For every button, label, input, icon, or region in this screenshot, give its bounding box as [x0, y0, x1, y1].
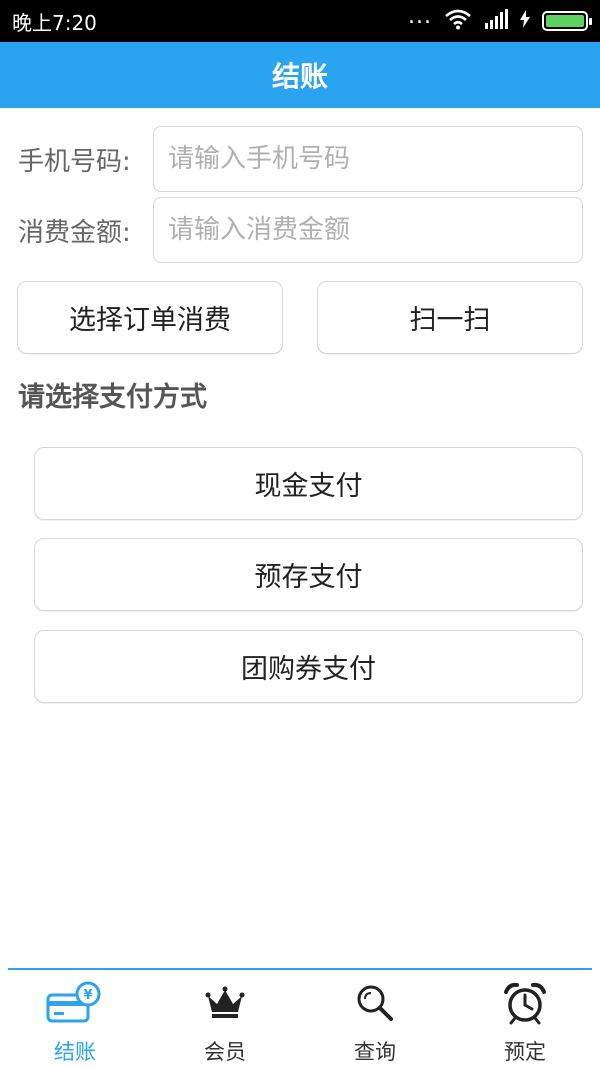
phone-input[interactable] [153, 126, 583, 192]
phone-label: 手机号码: [18, 146, 131, 177]
bottom-nav: ¥ 结账 会员 查询 预定 [0, 970, 600, 1067]
payment-method-title: 请选择支付方式 [18, 381, 207, 413]
tab-member[interactable]: 会员 [150, 970, 300, 1067]
select-order-button[interactable]: 选择订单消费 [17, 281, 283, 354]
tab-checkout-label: 结账 [54, 1040, 96, 1064]
app-header: 结账 [0, 42, 600, 108]
battery-fill [546, 15, 584, 27]
voucher-payment-button[interactable]: 团购券支付 [34, 630, 583, 703]
alarm-clock-icon [503, 980, 547, 1026]
page-title: 结账 [271, 60, 328, 93]
cash-payment-button[interactable]: 现金支付 [34, 447, 583, 520]
status-icons: ... [408, 4, 592, 34]
card-yen-icon: ¥ [46, 980, 104, 1026]
tab-query[interactable]: 查询 [300, 970, 450, 1067]
amount-label: 消费金额: [18, 217, 131, 248]
battery-icon [542, 11, 592, 31]
status-time: 晚上7:20 [12, 10, 97, 35]
scan-button[interactable]: 扫一扫 [317, 281, 583, 354]
signal-icon [484, 9, 508, 33]
amount-row: 消费金额: [0, 197, 600, 263]
svg-text:¥: ¥ [83, 988, 92, 1003]
phone-row: 手机号码: [0, 126, 600, 192]
status-bar: 晚上7:20 ... [0, 0, 600, 42]
crown-icon [205, 980, 245, 1026]
wifi-icon [444, 8, 472, 34]
tab-member-label: 会员 [204, 1040, 246, 1064]
prepaid-payment-button[interactable]: 预存支付 [34, 538, 583, 611]
tab-checkout[interactable]: ¥ 结账 [0, 970, 150, 1067]
tab-reserve-label: 预定 [504, 1040, 546, 1064]
tab-reserve[interactable]: 预定 [450, 970, 600, 1067]
magnifier-icon [355, 980, 395, 1026]
charging-bolt-icon [520, 10, 530, 32]
tab-query-label: 查询 [354, 1040, 396, 1064]
more-dots-icon: ... [408, 4, 432, 29]
amount-input[interactable] [153, 197, 583, 263]
